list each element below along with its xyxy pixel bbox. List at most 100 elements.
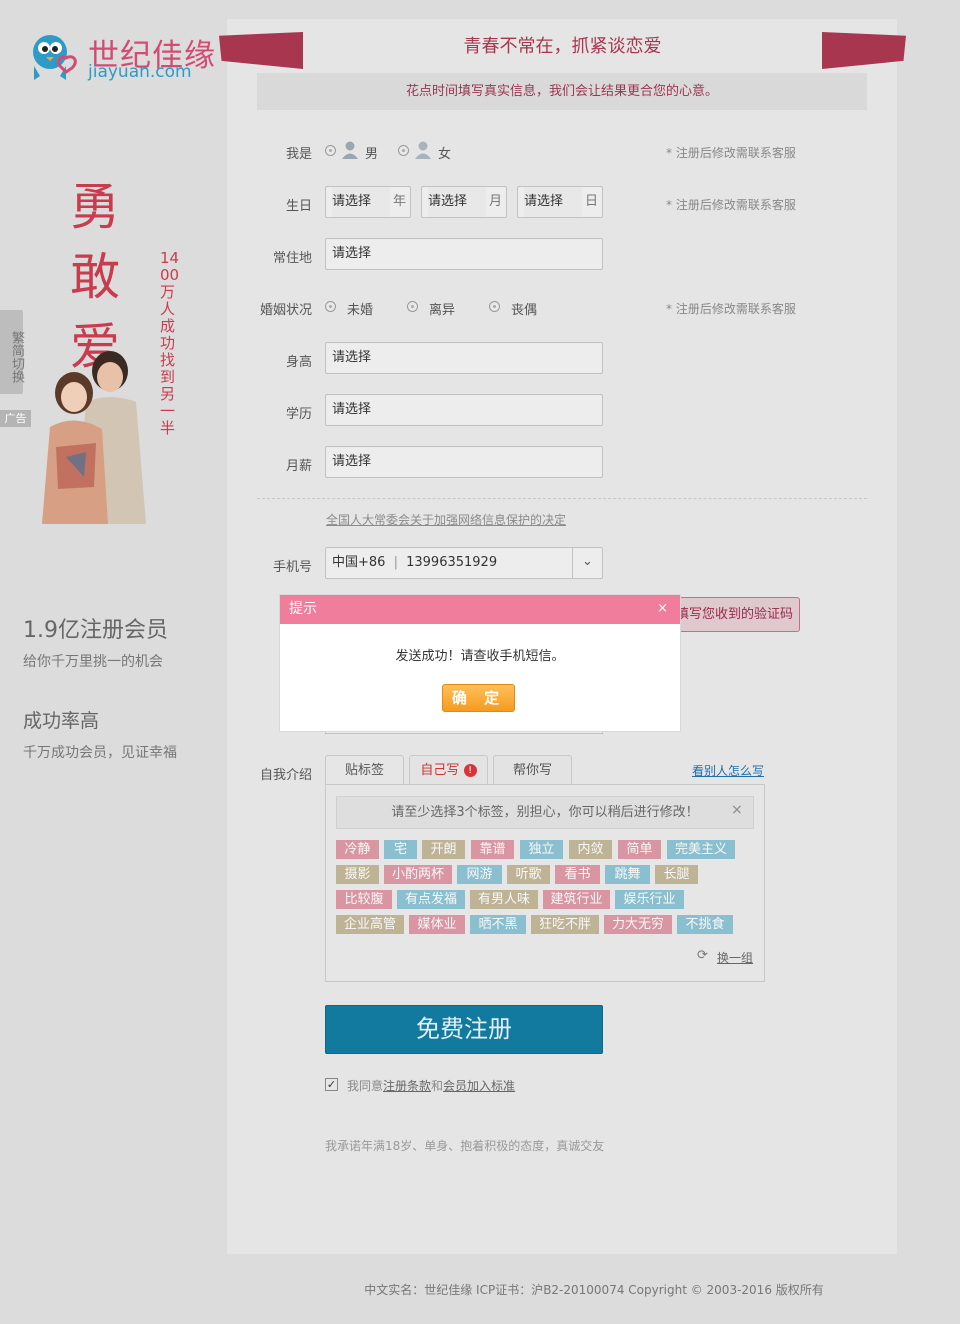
hint-bar: 花点时间填写真实信息，我们会让结果更合您的心意。 (257, 73, 867, 110)
tag-item[interactable]: 企业高管 (336, 915, 404, 934)
tag-item[interactable]: 跳舞 (605, 865, 650, 884)
tag-item[interactable]: 靠谱 (471, 840, 514, 859)
height-select[interactable]: 请选择 (325, 342, 603, 374)
dialog-title: 提示 (280, 595, 680, 624)
register-button[interactable]: 免费注册 (325, 1005, 603, 1054)
dialog-message: 发送成功！请查收手机短信。 (395, 649, 565, 664)
education-select[interactable]: 请选择 (325, 394, 603, 426)
birth-year-unit: 年 (392, 194, 406, 209)
agree-text: 我同意注册条款和会员加入标准 (347, 1077, 515, 1094)
birth-day-unit: 日 (584, 194, 598, 209)
salary-label: 月薪 (285, 459, 312, 474)
female-icon (415, 141, 431, 159)
ad-vertical-text: 1400万人成功找到另一半 (160, 249, 180, 437)
terms-link[interactable]: 注册条款 (383, 1079, 431, 1093)
marital-widowed-label: 丧偶 (511, 303, 538, 318)
marital-divorced-radio[interactable] (407, 301, 418, 312)
tag-item[interactable]: 独立 (520, 840, 563, 859)
chevron-down-icon[interactable]: ⌄ (572, 548, 602, 578)
tag-item[interactable]: 力大无穷 (604, 915, 672, 934)
tag-item[interactable]: 建筑行业 (543, 890, 610, 909)
marital-single-radio[interactable] (325, 301, 336, 312)
alert-dialog: 提示 × 发送成功！请查收手机短信。 确 定 (279, 594, 681, 732)
tag-item[interactable]: 宅 (384, 840, 417, 859)
see-others-link[interactable]: 看别人怎么写 (692, 762, 764, 779)
intro-label: 自我介绍 (259, 768, 312, 783)
refresh-icon[interactable]: ⟳ (697, 948, 708, 963)
tab-write-myself[interactable]: 自己写 ! (409, 755, 488, 785)
tag-item[interactable]: 简单 (618, 840, 661, 859)
tag-item[interactable]: 看书 (555, 865, 600, 884)
gender-label: 我是 (285, 147, 312, 162)
ad-banner[interactable]: 勇敢爱 1400万人成功找到另一半 (36, 172, 201, 524)
promise-text: 我承诺年满18岁、单身、抱着积极的态度，真诚交友 (325, 1139, 605, 1153)
tags-tip: 请至少选择3个标签，别担心，你可以稍后进行修改！ (336, 796, 754, 829)
stat-members-title: 1.9亿注册会员 (23, 618, 168, 643)
salary-select[interactable]: 请选择 (325, 446, 603, 478)
gender-female-label: 女 (438, 147, 452, 162)
tag-item[interactable]: 媒体业 (409, 915, 465, 934)
tag-item[interactable]: 不挑食 (677, 915, 733, 934)
refresh-tags-link[interactable]: 换一组 (717, 949, 753, 966)
tag-item[interactable]: 有男人味 (470, 890, 538, 909)
agree-prefix: 我同意 (347, 1079, 384, 1093)
gender-female-radio[interactable] (398, 145, 409, 156)
marital-widowed-radio[interactable] (489, 301, 500, 312)
tag-item[interactable]: 晒不黑 (470, 915, 526, 934)
tab-help-write[interactable]: 帮你写 (493, 755, 572, 785)
agree-checkbox[interactable]: ✓ (325, 1078, 338, 1091)
confirm-button[interactable]: 确 定 (442, 684, 515, 712)
residence-label: 常住地 (272, 251, 312, 266)
code-input[interactable]: 填写您收到的验证码 (669, 597, 800, 632)
form-divider (257, 498, 867, 499)
birth-year-select[interactable]: 请选择年 (325, 186, 411, 218)
tag-item[interactable]: 完美主义 (667, 840, 735, 859)
phone-prefix: 中国+86 (332, 555, 386, 570)
tag-item[interactable]: 摄影 (336, 865, 379, 884)
site-logo[interactable]: 世纪佳缘 jiayuan.com (26, 28, 215, 84)
agree-and: 和 (431, 1079, 444, 1093)
law-link[interactable]: 全国人大常委会关于加强网络信息保护的决定 (326, 511, 566, 528)
standard-link[interactable]: 会员加入标准 (443, 1079, 515, 1093)
tag-item[interactable]: 内敛 (569, 840, 612, 859)
residence-select[interactable]: 请选择 (325, 238, 603, 270)
close-icon[interactable]: × (731, 802, 743, 818)
marital-single-label: 未婚 (347, 303, 374, 318)
tag-item[interactable]: 冷静 (336, 840, 379, 859)
stat-success-title: 成功率高 (23, 710, 100, 732)
gender-male-radio[interactable] (325, 145, 336, 156)
tab-tags[interactable]: 贴标签 (325, 755, 404, 786)
marital-note: * 注册后修改需联系客服 (666, 302, 796, 316)
tag-item[interactable]: 有点发福 (397, 890, 465, 909)
tag-item[interactable]: 比较腹 (336, 890, 392, 909)
ad-label: 广告 (0, 410, 31, 427)
birth-month-select[interactable]: 请选择月 (421, 186, 507, 218)
birth-note: * 注册后修改需联系客服 (666, 198, 796, 212)
footer-copyright: 中文实名：世纪佳缘 ICP证书：沪B2-20100074 Copyright ©… (364, 1283, 824, 1297)
birth-day-value: 请选择 (524, 187, 582, 217)
close-icon[interactable]: × (657, 595, 668, 622)
tag-item[interactable]: 听歌 (507, 865, 550, 884)
mascot-icon (33, 35, 77, 80)
tag-item[interactable]: 小酌两杯 (384, 865, 452, 884)
male-icon (342, 141, 358, 159)
birth-year-value: 请选择 (332, 187, 390, 217)
marital-label: 婚姻状况 (259, 303, 312, 318)
tag-item[interactable]: 狂吃不胖 (531, 915, 599, 934)
birth-month-value: 请选择 (428, 187, 486, 217)
phone-input[interactable]: 中国+86 | 13996351929 ⌄ (325, 547, 603, 579)
birth-label: 生日 (285, 199, 312, 214)
stat-members-subtitle: 给你千万里挑一的机会 (23, 654, 163, 670)
marital-divorced-label: 离异 (429, 303, 456, 318)
tag-item[interactable]: 开朗 (422, 840, 465, 859)
tag-item[interactable]: 网游 (457, 865, 502, 884)
birth-day-select[interactable]: 请选择日 (517, 186, 603, 218)
logo-text-en: jiayuan.com (88, 62, 192, 82)
language-switch-tab[interactable]: 繁简切换 (0, 310, 24, 394)
tag-item[interactable]: 娱乐行业 (615, 890, 684, 909)
gender-note: * 注册后修改需联系客服 (666, 146, 796, 160)
alert-icon: ! (463, 764, 477, 777)
tag-item[interactable]: 长腿 (655, 865, 698, 884)
phone-separator: | (393, 555, 398, 570)
phone-label: 手机号 (272, 560, 312, 575)
